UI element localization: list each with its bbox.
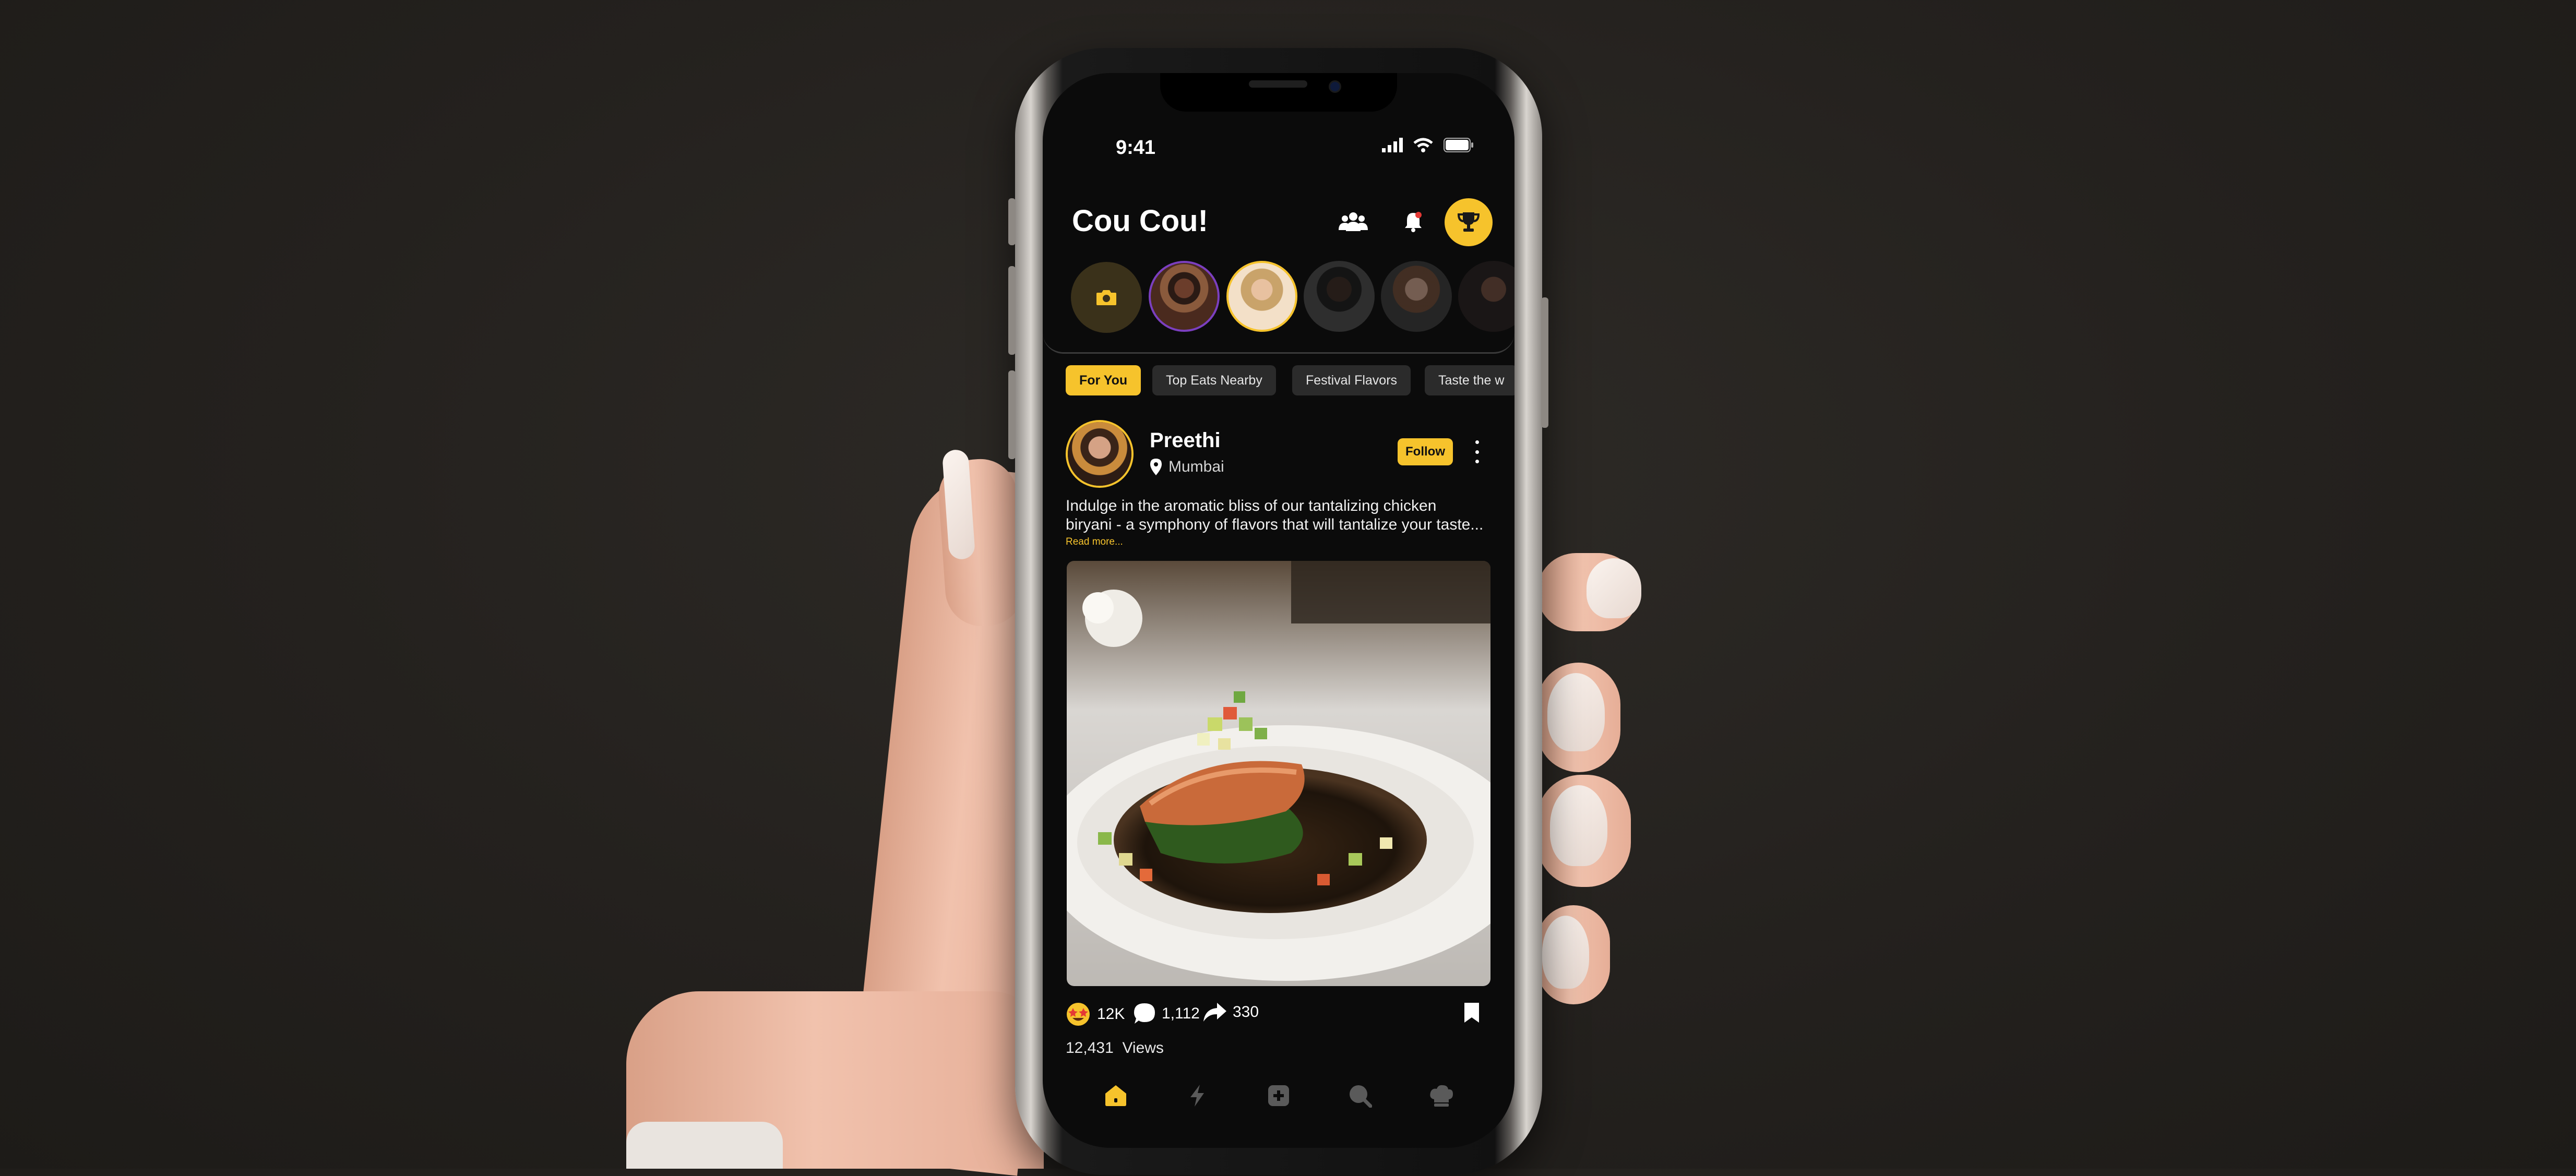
battery-icon xyxy=(1444,138,1473,152)
views-number: 12,431 xyxy=(1066,1039,1114,1057)
nav-search[interactable] xyxy=(1344,1080,1376,1111)
views-count: 12,431 Views xyxy=(1066,1039,1164,1057)
users-icon[interactable] xyxy=(1338,209,1369,235)
story-avatar[interactable] xyxy=(1381,261,1452,332)
post-author-avatar[interactable] xyxy=(1066,420,1134,488)
nav-add[interactable] xyxy=(1263,1080,1294,1111)
comments-group[interactable]: 1,112 xyxy=(1132,1002,1200,1026)
search-icon xyxy=(1350,1085,1372,1108)
add-icon xyxy=(1268,1085,1289,1106)
notch xyxy=(1160,73,1397,112)
status-time: 9:41 xyxy=(1116,137,1156,159)
chip-top-eats-nearby[interactable]: Top Eats Nearby xyxy=(1152,365,1276,395)
chip-festival-flavors[interactable]: Festival Flavors xyxy=(1292,365,1411,395)
add-story-button[interactable] xyxy=(1071,262,1142,333)
speaker xyxy=(1249,80,1307,88)
follow-button[interactable]: Follow xyxy=(1398,438,1453,465)
reactions-count: 12K xyxy=(1097,1005,1125,1023)
wifi-icon xyxy=(1413,138,1433,152)
bookmark-icon xyxy=(1464,1003,1479,1023)
post-author-name[interactable]: Preethi xyxy=(1150,429,1221,452)
caption-line: Indulge in the aromatic bliss of our tan… xyxy=(1066,497,1437,514)
location-label: Mumbai xyxy=(1168,458,1224,475)
caption-line: biryani - a symphony of flavors that wil… xyxy=(1066,516,1484,533)
camera-icon xyxy=(1096,290,1116,305)
post-location: Mumbai xyxy=(1150,458,1224,476)
bell-icon[interactable] xyxy=(1400,208,1426,236)
app-screen: 9:41 Cou Cou! For You Top Eats Nearby Fe… xyxy=(1043,73,1514,1148)
story-avatar[interactable] xyxy=(1304,261,1375,332)
comments-count: 1,112 xyxy=(1162,1005,1200,1022)
post-image[interactable] xyxy=(1067,561,1490,986)
more-options-icon[interactable] xyxy=(1472,440,1482,463)
phone-power-button xyxy=(1541,297,1548,428)
chef-hat-icon xyxy=(1430,1085,1453,1107)
status-icons xyxy=(1382,138,1474,152)
comment-icon xyxy=(1134,1003,1155,1024)
bolt-icon xyxy=(1190,1085,1204,1107)
home-icon xyxy=(1105,1085,1126,1106)
chip-taste-the-world[interactable]: Taste the w xyxy=(1425,365,1514,395)
front-camera xyxy=(1329,80,1341,93)
phone-side-button xyxy=(1008,266,1016,355)
nav-profile[interactable] xyxy=(1426,1080,1457,1111)
views-label: Views xyxy=(1122,1039,1164,1057)
trophy-button[interactable] xyxy=(1445,198,1493,246)
chip-for-you[interactable]: For You xyxy=(1066,365,1141,395)
nav-reels[interactable] xyxy=(1182,1080,1213,1111)
phone-side-button xyxy=(1008,370,1016,459)
reactions-group[interactable]: 12K xyxy=(1066,1002,1125,1027)
post-caption: Indulge in the aromatic bliss of our tan… xyxy=(1066,497,1494,534)
app-title: Cou Cou! xyxy=(1072,204,1208,238)
shares-group[interactable]: 330 xyxy=(1202,1002,1259,1023)
location-pin-icon xyxy=(1150,459,1162,475)
story-avatar[interactable] xyxy=(1149,261,1220,332)
signal-icon xyxy=(1382,138,1403,152)
star-eyes-emoji-icon xyxy=(1067,1003,1090,1026)
story-avatar[interactable] xyxy=(1226,261,1297,332)
bookmark-button[interactable] xyxy=(1463,1002,1481,1024)
share-icon xyxy=(1203,1003,1226,1022)
nav-home[interactable] xyxy=(1100,1080,1131,1111)
trophy-icon xyxy=(1457,212,1480,232)
read-more-link[interactable]: Read more... xyxy=(1066,536,1123,548)
phone-side-button xyxy=(1008,198,1016,245)
shares-count: 330 xyxy=(1233,1003,1259,1021)
